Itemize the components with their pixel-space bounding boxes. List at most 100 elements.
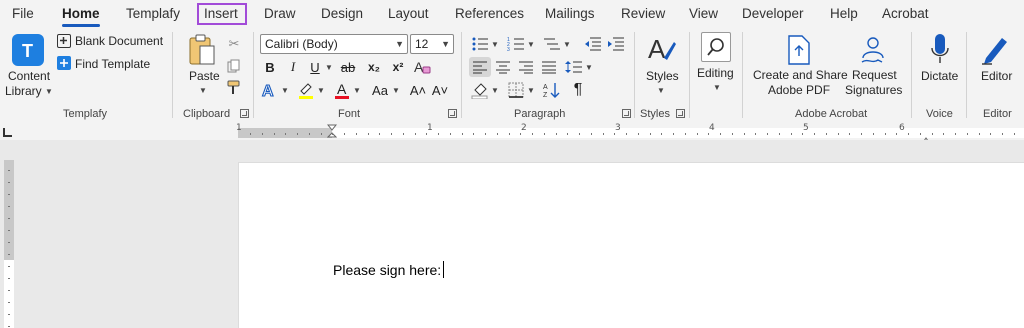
sort-icon[interactable]: AZ bbox=[542, 80, 562, 100]
blank-document-button[interactable]: Blank Document bbox=[75, 34, 163, 48]
ruler-tick bbox=[308, 133, 310, 135]
tab-review[interactable]: Review bbox=[621, 6, 665, 21]
tab-file[interactable]: File bbox=[12, 6, 34, 21]
document-body-text[interactable]: Please sign here: bbox=[333, 261, 445, 278]
numbering-icon[interactable]: 123 bbox=[506, 34, 526, 54]
request-signatures-label-2: Signatures bbox=[845, 83, 903, 97]
ruler-tick bbox=[884, 133, 886, 135]
ruler-tick bbox=[414, 133, 416, 135]
tab-home[interactable]: Home bbox=[62, 6, 100, 27]
tab-draw[interactable]: Draw bbox=[264, 6, 296, 21]
tab-references[interactable]: References bbox=[455, 6, 524, 21]
ruler-number: 4 bbox=[709, 123, 715, 133]
ruler-number: 3 bbox=[615, 123, 621, 133]
ruler-tick bbox=[590, 133, 592, 135]
content-library-button[interactable]: T bbox=[12, 34, 44, 66]
bold-button[interactable]: B bbox=[260, 57, 280, 77]
borders-icon[interactable] bbox=[506, 80, 526, 100]
highlight-color-icon[interactable] bbox=[296, 80, 316, 100]
blank-document-icon bbox=[57, 34, 71, 48]
ruler-tick bbox=[755, 133, 757, 135]
ruler-tick bbox=[332, 133, 334, 135]
shrink-font-button[interactable]: A˅ bbox=[430, 80, 450, 100]
dialog-launcher-icon[interactable] bbox=[622, 109, 631, 118]
chevron-down-icon: ▼ bbox=[563, 40, 571, 49]
group-label-editor: Editor bbox=[983, 108, 1012, 120]
styles-icon[interactable]: A bbox=[647, 34, 677, 66]
clear-formatting-icon[interactable]: A bbox=[412, 57, 432, 77]
tab-mailings[interactable]: Mailings bbox=[545, 6, 595, 21]
editing-button[interactable]: Editing bbox=[697, 66, 734, 80]
find-template-button[interactable]: Find Template bbox=[75, 57, 150, 71]
ruler-tick bbox=[696, 133, 698, 135]
show-formatting-marks-button[interactable]: ¶ bbox=[568, 80, 588, 100]
align-left-icon[interactable] bbox=[469, 57, 491, 77]
italic-button[interactable]: I bbox=[283, 57, 303, 77]
line-spacing-icon[interactable] bbox=[564, 57, 584, 77]
align-right-icon[interactable] bbox=[516, 57, 536, 77]
ruler-tick bbox=[8, 194, 10, 195]
shading-icon[interactable] bbox=[470, 80, 490, 100]
tab-view[interactable]: View bbox=[689, 6, 718, 21]
tab-stop-selector-icon[interactable] bbox=[3, 128, 12, 137]
increase-indent-icon[interactable] bbox=[606, 34, 626, 54]
ruler-tick bbox=[8, 266, 10, 267]
bullets-icon[interactable] bbox=[470, 34, 490, 54]
subscript-button[interactable]: x₂ bbox=[364, 57, 384, 77]
create-pdf-icon[interactable] bbox=[786, 34, 812, 66]
right-indent-marker-icon[interactable] bbox=[921, 132, 931, 145]
align-center-icon[interactable] bbox=[493, 57, 513, 77]
templafy-logo-icon: T bbox=[22, 41, 33, 61]
font-size-select[interactable]: 12 ▼ bbox=[410, 34, 454, 54]
font-color-icon[interactable]: A bbox=[332, 80, 352, 100]
ribbon-tab-bar: File Home Templafy Insert Draw Design La… bbox=[0, 0, 1024, 28]
ruler-tick bbox=[614, 133, 616, 135]
justify-icon[interactable] bbox=[539, 57, 559, 77]
indent-marker-icon[interactable] bbox=[326, 124, 338, 140]
dictate-button[interactable]: Dictate bbox=[921, 69, 958, 83]
ruler-tick bbox=[344, 133, 345, 135]
horizontal-ruler[interactable]: 1 1 2 3 4 5 6 bbox=[0, 123, 1024, 145]
editor-pen-icon[interactable] bbox=[980, 32, 1010, 66]
tab-help[interactable]: Help bbox=[830, 6, 858, 21]
chevron-down-icon: ▼ bbox=[527, 86, 535, 95]
tab-acrobat[interactable]: Acrobat bbox=[882, 6, 929, 21]
grow-font-button[interactable]: A˄ bbox=[408, 80, 428, 100]
multilevel-list-icon[interactable] bbox=[542, 34, 562, 54]
underline-button[interactable]: U bbox=[305, 57, 325, 77]
dialog-launcher-icon[interactable] bbox=[676, 109, 685, 118]
microphone-icon[interactable] bbox=[929, 32, 951, 66]
tab-layout[interactable]: Layout bbox=[388, 6, 429, 21]
group-label-paragraph: Paragraph bbox=[514, 108, 566, 120]
dialog-launcher-icon[interactable] bbox=[448, 109, 457, 118]
tab-design[interactable]: Design bbox=[321, 6, 363, 21]
font-name-select[interactable]: Calibri (Body) ▼ bbox=[260, 34, 408, 54]
editing-search-icon[interactable] bbox=[701, 32, 731, 62]
chevron-down-icon: ▼ bbox=[325, 63, 333, 72]
ruler-tick bbox=[261, 133, 263, 135]
tab-insert[interactable]: Insert bbox=[204, 6, 238, 21]
format-painter-icon[interactable] bbox=[224, 78, 244, 98]
ruler-tick bbox=[661, 133, 663, 135]
tab-developer[interactable]: Developer bbox=[742, 6, 804, 21]
document-page[interactable]: Please sign here: bbox=[238, 162, 1024, 328]
cut-icon[interactable]: ✂ bbox=[224, 34, 244, 54]
ruler-tick bbox=[720, 133, 721, 135]
dialog-launcher-icon[interactable] bbox=[240, 109, 249, 118]
editor-button[interactable]: Editor bbox=[981, 69, 1012, 83]
request-signatures-icon[interactable] bbox=[858, 34, 888, 66]
text-effects-icon[interactable]: A bbox=[260, 80, 280, 100]
copy-icon[interactable] bbox=[224, 56, 244, 76]
paste-icon[interactable] bbox=[188, 34, 218, 68]
strikethrough-button[interactable]: ab bbox=[338, 57, 358, 77]
decrease-indent-icon[interactable] bbox=[583, 34, 603, 54]
ruler-tick bbox=[837, 133, 839, 135]
separator bbox=[461, 32, 462, 118]
change-case-button[interactable]: Aa bbox=[370, 80, 390, 100]
tab-templafy[interactable]: Templafy bbox=[126, 6, 180, 21]
superscript-button[interactable]: x² bbox=[388, 57, 408, 77]
ruler-number: 6 bbox=[899, 123, 905, 133]
create-share-pdf-label: Create and Share bbox=[753, 68, 848, 82]
ruler-tick bbox=[449, 133, 451, 135]
ruler-tick bbox=[8, 302, 10, 303]
